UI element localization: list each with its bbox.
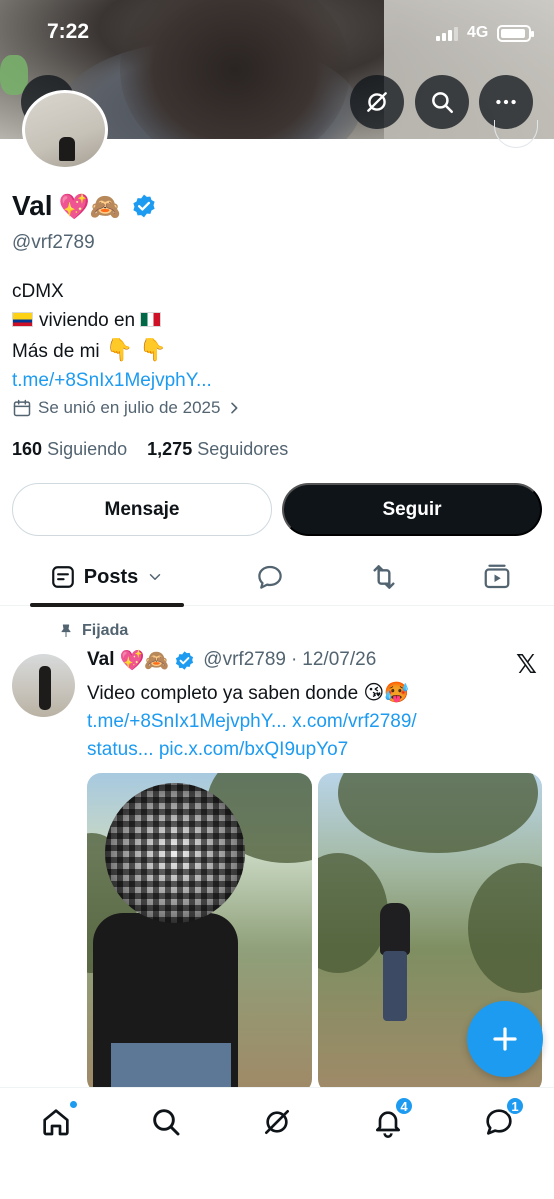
search-icon — [153, 1109, 180, 1136]
verified-icon[interactable] — [131, 193, 157, 219]
bio-line-1: cDMX — [12, 281, 64, 302]
grok-icon — [265, 1110, 289, 1134]
grok-button[interactable] — [350, 75, 404, 129]
battery-icon — [497, 25, 534, 42]
nav-search[interactable] — [146, 1102, 186, 1142]
post-separator: · — [290, 649, 298, 670]
followers-link[interactable]: 1,275 Seguidores — [147, 439, 288, 459]
colombia-flag-icon — [12, 312, 33, 327]
grok-icon — [367, 92, 387, 112]
status-time: 7:22 — [47, 20, 90, 43]
profile-edit-edge — [494, 120, 538, 148]
follow-stats: 160 Siguiendo 1,275 Seguidores — [12, 439, 288, 460]
bottom-nav: 4 1 — [0, 1087, 554, 1199]
post-author-emojis: 💖🙈 — [119, 648, 170, 672]
profile-avatar[interactable] — [22, 90, 108, 170]
pinned-indicator: Fijada — [58, 622, 128, 640]
post-author-avatar[interactable] — [12, 654, 75, 717]
post-link-pic[interactable]: pic.x.com/bxQI9upYo7 — [159, 739, 348, 760]
compose-button[interactable] — [467, 1001, 543, 1077]
search-button[interactable] — [415, 75, 469, 129]
bio-link[interactable]: t.me/+8SnIx1MejvphY... — [12, 366, 212, 395]
nav-notifications[interactable]: 4 — [368, 1096, 414, 1142]
replies-icon — [258, 565, 282, 589]
bio-line-3: Más de mi 👇 👇 — [12, 337, 167, 362]
notifications-badge: 4 — [394, 1096, 414, 1116]
joined-date[interactable]: Se unió en julio de 2025 — [12, 398, 242, 418]
plus-icon — [493, 1027, 517, 1051]
pixelated-face — [105, 783, 245, 923]
messages-badge: 1 — [505, 1096, 525, 1116]
post-link-status[interactable]: status... — [87, 739, 154, 760]
network-type: 4G — [467, 24, 489, 41]
chevron-right-icon — [231, 402, 238, 414]
post-author-handle[interactable]: @vrf2789 — [203, 649, 286, 671]
profile-name-row: Val 💖🙈 — [12, 190, 157, 222]
profile-bio: cDMX viviendo en Más de mi 👇 👇 t.me/+8SnIx… — [12, 277, 212, 395]
profile-handle: @vrf2789 — [12, 232, 95, 253]
post-date[interactable]: 12/07/26 — [302, 649, 376, 671]
search-icon — [432, 92, 453, 113]
post-media-1[interactable] — [87, 773, 312, 1093]
follow-button[interactable]: Seguir — [282, 483, 542, 536]
tab-posts-label: Posts — [83, 565, 139, 588]
verified-icon[interactable] — [174, 650, 195, 671]
more-icon — [496, 99, 516, 105]
profile-tabs: Posts — [0, 548, 554, 607]
x-logo-icon: 𝕏 — [516, 650, 537, 680]
message-button[interactable]: Mensaje — [12, 483, 272, 536]
post-header: Val 💖🙈 @vrf2789 · 12/07/26 — [87, 649, 376, 671]
calendar-icon — [13, 399, 31, 417]
bio-line-2: viviendo en — [12, 306, 212, 335]
walking-person — [374, 903, 418, 1033]
mexico-flag-icon — [140, 312, 162, 327]
nav-home[interactable] — [36, 1100, 78, 1142]
signal-icon — [436, 27, 458, 41]
post-author-name[interactable]: Val — [87, 649, 114, 671]
chevron-down-icon — [149, 574, 161, 580]
nav-messages[interactable]: 1 — [479, 1096, 525, 1142]
profile-name: Val — [12, 190, 53, 221]
status-bar: 7:22 4G — [0, 0, 554, 66]
posts-icon — [51, 566, 74, 588]
pin-icon — [61, 624, 71, 637]
following-link[interactable]: 160 Siguiendo — [12, 439, 127, 459]
tab-reposts[interactable] — [368, 561, 400, 593]
post-emojis: 😘🥵 — [363, 680, 410, 704]
media-icon — [484, 564, 510, 589]
post-text: Video completo ya saben donde 😘🥵 t.me/+8… — [87, 680, 542, 764]
home-icon — [43, 1109, 69, 1136]
tab-media[interactable] — [481, 561, 513, 593]
post-link-telegram[interactable]: t.me/+8SnIx1MejvphY... — [87, 711, 287, 732]
post-link-x[interactable]: x.com/vrf2789/ — [292, 711, 417, 732]
joined-text: Se unió en julio de 2025 — [38, 398, 221, 417]
home-new-dot — [69, 1100, 78, 1109]
tab-replies[interactable] — [254, 561, 286, 593]
nav-grok[interactable] — [257, 1102, 297, 1142]
post-body: Video completo ya saben donde — [87, 683, 359, 704]
profile-name-emojis: 💖🙈 — [58, 191, 121, 221]
pinned-label: Fijada — [82, 622, 129, 639]
pointing-down-icon: 👇 — [139, 337, 167, 362]
reposts-icon — [373, 565, 395, 589]
tab-posts[interactable]: Posts — [30, 548, 184, 607]
pointing-down-icon: 👇 — [105, 337, 134, 362]
